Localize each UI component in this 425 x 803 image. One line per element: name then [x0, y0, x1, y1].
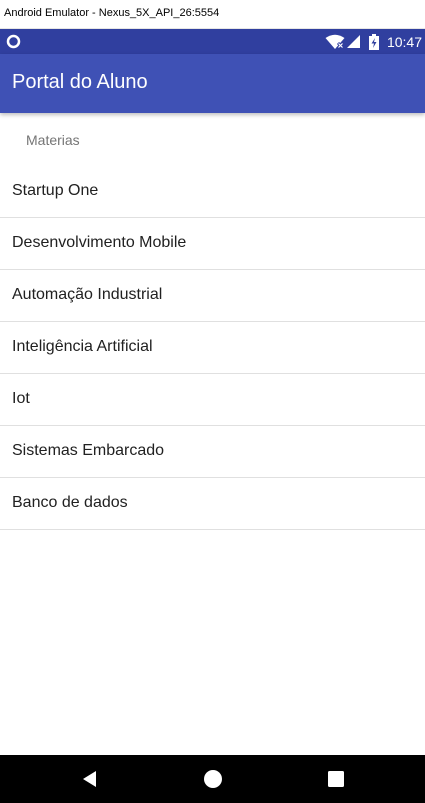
status-bar: 10:47	[0, 29, 425, 54]
app-title: Portal do Aluno	[12, 71, 148, 93]
section-header: Materias	[26, 132, 80, 148]
emulator-screen: Android Emulator - Nexus_5X_API_26:5554 …	[0, 0, 425, 803]
list-item-banco-de-dados[interactable]: Banco de dados	[0, 478, 425, 530]
app-bar: Portal do Aluno	[0, 54, 425, 113]
emulator-title: Android Emulator - Nexus_5X_API_26:5554	[4, 7, 220, 19]
emulator-title-bar: Android Emulator - Nexus_5X_API_26:5554	[0, 0, 425, 29]
list-item-label: Iot	[12, 390, 30, 407]
list-item-iot[interactable]: Iot	[0, 374, 425, 426]
list-item-startup-one[interactable]: Startup One	[0, 166, 425, 218]
battery-charging-icon	[368, 33, 379, 50]
list-item-label: Automação Industrial	[12, 286, 163, 303]
subject-list: Startup One Desenvolvimento Mobile Autom…	[0, 166, 425, 530]
navigation-bar	[0, 755, 425, 803]
back-icon[interactable]	[78, 767, 102, 791]
list-item-label: Banco de dados	[12, 494, 128, 511]
status-icons: 10:47	[325, 29, 422, 54]
recents-icon[interactable]	[324, 767, 348, 791]
list-item-sistemas-embarcado[interactable]: Sistemas Embarcado	[0, 426, 425, 478]
list-item-label: Inteligência Artificial	[12, 338, 153, 355]
list-item-label: Startup One	[12, 182, 99, 199]
list-item-automacao-industrial[interactable]: Automação Industrial	[0, 270, 425, 322]
list-item-label: Desenvolvimento Mobile	[12, 234, 187, 251]
list-item-inteligencia-artificial[interactable]: Inteligência Artificial	[0, 322, 425, 374]
status-time: 10:47	[386, 33, 422, 50]
signal-icon	[346, 35, 360, 48]
home-icon[interactable]	[201, 767, 225, 791]
content-area: Materias Startup One Desenvolvimento Mob…	[0, 113, 425, 755]
list-item-label: Sistemas Embarcado	[12, 442, 165, 459]
circle-notification-icon	[6, 34, 21, 49]
wifi-icon	[325, 34, 345, 49]
list-item-desenvolvimento-mobile[interactable]: Desenvolvimento Mobile	[0, 218, 425, 270]
